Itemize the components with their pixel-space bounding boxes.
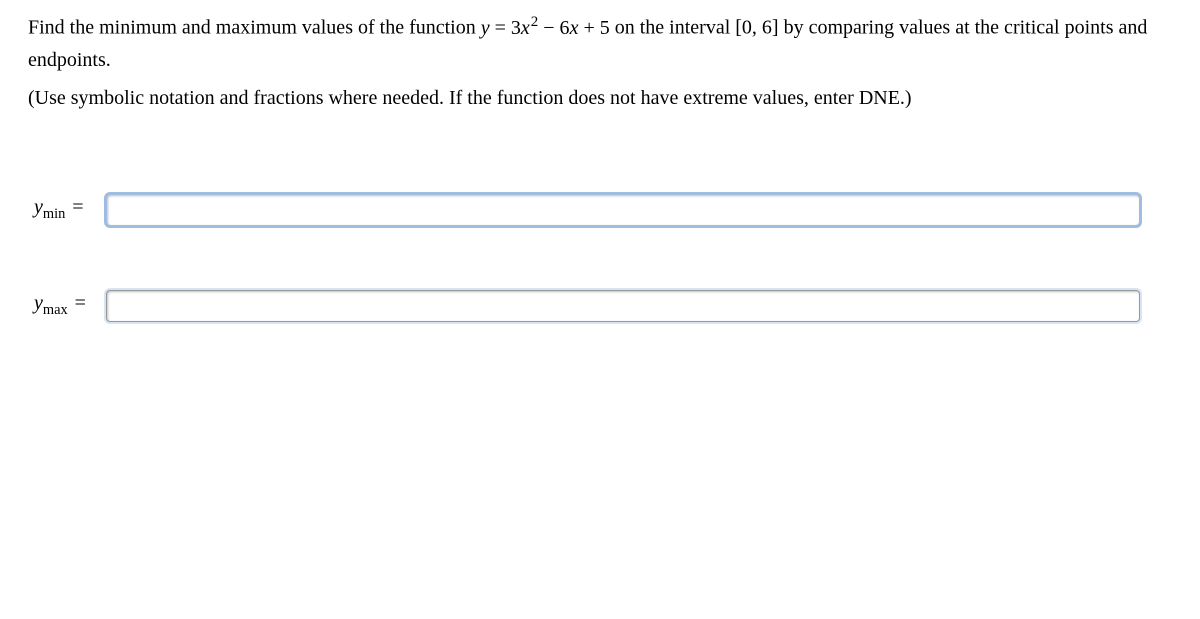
ymin-var: y xyxy=(34,196,43,218)
equation: y = 3x2 − 6x + 5 xyxy=(481,17,610,39)
ymin-input[interactable] xyxy=(106,194,1140,226)
ymax-sub: max xyxy=(43,302,68,318)
eq-sign: = xyxy=(490,17,511,39)
question-text: Find the minimum and maximum values of t… xyxy=(28,10,1180,114)
question-page: Find the minimum and maximum values of t… xyxy=(0,0,1200,619)
question-line-1: Find the minimum and maximum values of t… xyxy=(28,10,1180,76)
ymin-sub: min xyxy=(43,206,65,222)
term-b: − 6 xyxy=(538,17,569,39)
var-y: y xyxy=(481,17,490,39)
ymax-var: y xyxy=(34,292,43,314)
ymax-input[interactable] xyxy=(106,290,1140,322)
ymin-equals: = xyxy=(65,196,87,218)
ymax-equals: = xyxy=(68,292,90,314)
var-x1: x xyxy=(521,17,530,39)
ymax-label: ymax = xyxy=(28,292,106,319)
ymax-row: ymax = xyxy=(28,290,1180,322)
ymin-label: ymin = xyxy=(28,196,106,223)
coef-a: 3 xyxy=(511,17,521,39)
question-line-2: (Use symbolic notation and fractions whe… xyxy=(28,82,1180,114)
prompt-prefix: Find the minimum and maximum values of t… xyxy=(28,17,481,39)
ymin-row: ymin = xyxy=(28,194,1180,226)
term-c: + 5 xyxy=(578,17,609,39)
